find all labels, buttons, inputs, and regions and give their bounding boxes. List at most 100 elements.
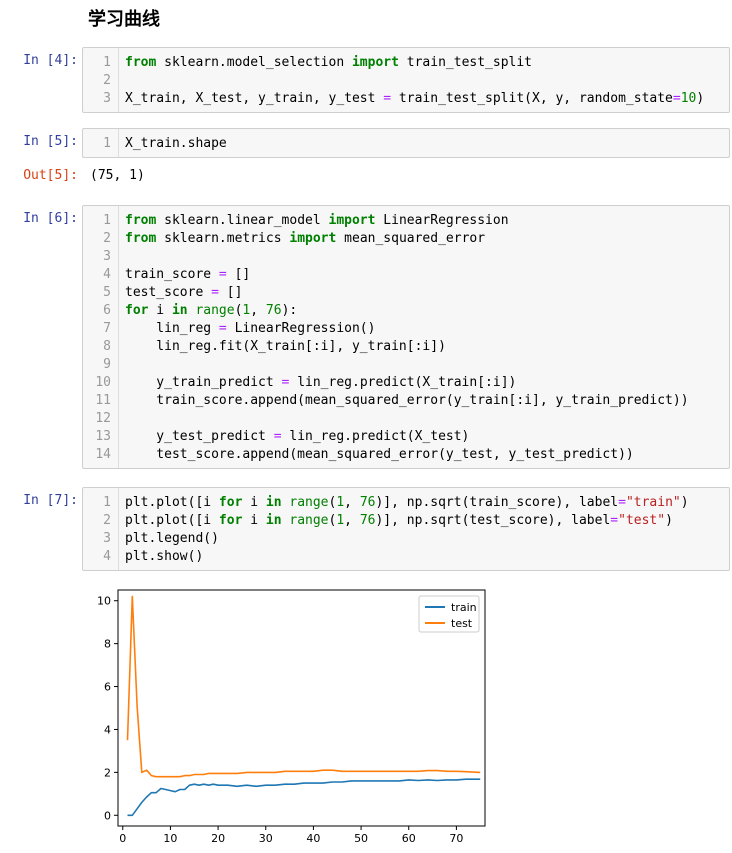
code-token: range [195,303,235,318]
code-token: i [242,513,266,528]
code-token: 76 [359,495,376,510]
code-token: [] [226,267,251,282]
code-line[interactable]: test_score.append(mean_squared_error(y_t… [125,446,634,464]
line-number: 4 [103,549,111,564]
code-token: from [125,213,157,228]
x-tick-label: 20 [211,832,225,845]
input-prompt: In [6]: [23,211,78,226]
x-tick-label: 60 [402,832,416,845]
y-tick-label: 0 [104,809,111,822]
code-token: 76 [265,303,282,318]
code-token: in [171,303,188,318]
line-number: 5 [103,285,111,300]
code-token: from [125,55,157,70]
code-token: X_train, X_test, y_train, y_test [125,91,384,106]
code-token: for [218,513,243,528]
code-cell[interactable]: 1 X_train.shape [82,128,730,158]
code-line[interactable]: X_train, X_test, y_train, y_test = train… [125,90,704,108]
code-token: 1 [336,513,345,528]
line-number: 13 [95,429,111,444]
line-number: 11 [95,393,111,408]
code-token: test_score.append(mean_squared_error(y_t… [125,447,634,462]
line-number: 10 [95,375,111,390]
code-token: , [344,495,360,510]
code-token: = [273,429,282,444]
code-token: "test" [618,513,666,528]
code-line[interactable]: train_score.append(mean_squared_error(y_… [125,392,689,410]
code-token: import [351,55,399,70]
code-token: sklearn.metrics [156,231,290,246]
line-number: 2 [103,73,111,88]
line-number: 1 [103,213,111,228]
code-line[interactable]: plt.legend() [125,530,219,548]
code-token: train_score.append(mean_squared_error(y_… [125,393,689,408]
code-line[interactable]: y_train_predict = lin_reg.predict(X_trai… [125,374,516,392]
line-number: 6 [103,303,111,318]
output-prompt: Out[5]: [23,168,78,183]
y-tick-label: 4 [104,723,111,736]
code-line[interactable]: lin_reg.fit(X_train[:i], y_train[:i]) [125,338,446,356]
code-token: "train" [625,495,681,510]
code-token: for [218,495,243,510]
y-tick-label: 8 [104,638,111,651]
code-token: ) [665,513,673,528]
code-token: = [383,91,392,106]
code-line[interactable]: y_test_predict = lin_reg.predict(X_test) [125,428,469,446]
code-line[interactable]: train_score = [] [125,266,250,284]
code-token: lin_reg [125,321,219,336]
code-token: y_train_predict [125,375,282,390]
line-number: 2 [103,513,111,528]
code-token: in [265,495,282,510]
code-line[interactable]: test_score = [] [125,284,242,302]
code-cell[interactable]: 1 plt.plot([i for i in range(1, 76)], np.… [82,487,730,571]
code-token: lin_reg.predict(X_test) [281,429,470,444]
line-number: 7 [103,321,111,336]
code-token: = [218,267,227,282]
code-token: [] [218,285,243,300]
code-line[interactable]: X_train.shape [125,135,227,153]
line-number: 1 [103,55,111,70]
x-tick-label: 0 [119,832,126,845]
code-token: import [289,231,337,246]
code-token: plt.plot([i [125,495,219,510]
code-cell[interactable]: 1 from sklearn.linear_model import Linear… [82,205,730,469]
line-number: 1 [103,495,111,510]
code-token: train_score [125,267,219,282]
code-line[interactable]: from sklearn.model_selection import trai… [125,54,532,72]
line-number: 3 [103,91,111,106]
code-token: range [289,513,329,528]
code-token: ): [281,303,298,318]
line-number: 2 [103,231,111,246]
code-line[interactable]: plt.plot([i for i in range(1, 76)], np.s… [125,494,689,512]
code-line[interactable]: plt.plot([i for i in range(1, 76)], np.s… [125,512,673,530]
line-number: 1 [103,136,111,151]
code-token: X_train.shape [125,136,227,151]
chart-svg: 0 10 20 30 40 50 60 70 0 2 4 6 8 10 train test [97,589,486,845]
code-token: i [242,495,266,510]
code-line[interactable]: lin_reg = LinearRegression() [125,320,375,338]
code-token: import [328,213,376,228]
x-tick-label: 10 [163,832,177,845]
x-tick-label: 50 [354,832,368,845]
code-token: ) [696,91,705,106]
code-token: )], np.sqrt(train_score), label [375,495,619,510]
code-line[interactable]: from sklearn.linear_model import LinearR… [125,212,509,230]
code-token: plt.plot([i [125,513,219,528]
code-token: lin_reg.predict(X_train[:i]) [289,375,517,390]
code-cell[interactable]: 1 from sklearn.model_selection import tra… [82,47,730,113]
input-prompt: In [7]: [23,493,78,508]
code-token: test_score [125,285,212,300]
learning-curve-plot: 0 10 20 30 40 50 60 70 0 2 4 6 8 10 train test [90,580,510,849]
y-tick-label: 10 [97,595,111,608]
line-number: 3 [103,531,111,546]
code-token: = [610,513,619,528]
code-token: plt.legend() [125,531,219,546]
code-line[interactable]: plt.show() [125,548,203,566]
input-prompt: In [4]: [23,53,78,68]
code-token: 10 [680,91,697,106]
code-token: = [211,285,219,300]
code-line[interactable]: from sklearn.metrics import mean_squared… [125,230,485,248]
code-token: y_test_predict [125,429,274,444]
legend-label: test [451,617,473,630]
code-line[interactable]: for i in range(1, 76): [125,302,297,320]
